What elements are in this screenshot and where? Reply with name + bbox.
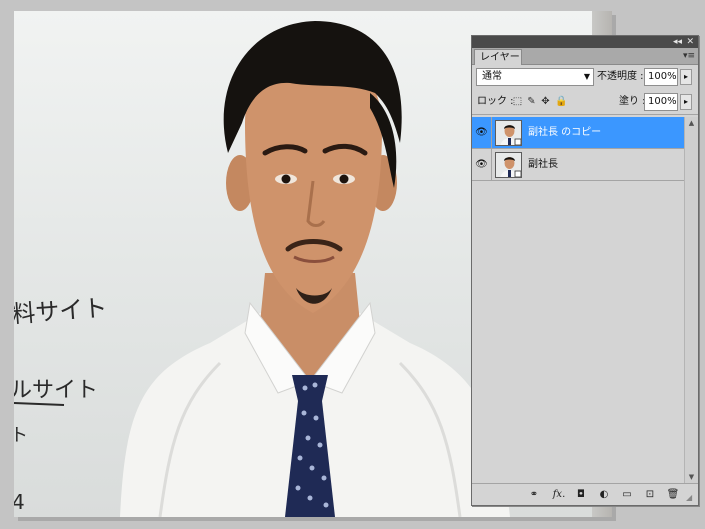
new-group-icon[interactable]: ▭ <box>620 488 634 501</box>
layers-panel: ◂◂ ✕ レイヤー ▾≡ 通常 ▼ 不透明度 : 100% ▸ ロック : ⬚ … <box>471 35 699 506</box>
board-text-1: 料サイト <box>14 294 104 329</box>
close-icon[interactable]: ✕ <box>686 36 694 48</box>
opacity-arrow-icon[interactable]: ▸ <box>680 69 692 85</box>
lock-move-icon[interactable]: ✥ <box>540 96 551 107</box>
lock-fill-row: ロック : ⬚ ✎ ✥ 🔒 塗り : 100% ▸ <box>472 89 698 115</box>
layers-bottom-toolbar: ⚭ fx. ◘ ◐ ▭ ⊡ 🗑 ◢ <box>472 483 698 505</box>
panel-titlebar[interactable]: ◂◂ ✕ <box>472 36 698 48</box>
layer-row-original[interactable]: 👁 副社長 <box>472 149 684 181</box>
visibility-eye-icon[interactable]: 👁 <box>472 149 492 180</box>
fill-input[interactable]: 100% <box>644 93 678 111</box>
blend-mode-value: 通常 <box>482 71 502 82</box>
layer-thumbnail <box>495 152 522 178</box>
collapse-icon[interactable]: ◂◂ <box>673 36 682 48</box>
link-layers-icon[interactable]: ⚭ <box>527 488 541 501</box>
add-mask-icon[interactable]: ◘ <box>574 488 588 501</box>
fill-arrow-icon[interactable]: ▸ <box>680 94 692 110</box>
board-text-3: ト <box>14 425 28 446</box>
layers-scrollbar[interactable]: ▲ ▼ <box>684 117 698 483</box>
layer-name[interactable]: 副社長 <box>528 149 558 180</box>
lock-brush-icon[interactable]: ✎ <box>526 96 537 107</box>
scroll-down-icon[interactable]: ▼ <box>685 471 698 483</box>
dropdown-caret-icon: ▼ <box>583 72 590 81</box>
blend-opacity-row: 通常 ▼ 不透明度 : 100% ▸ <box>472 65 698 89</box>
lock-transparent-icon[interactable]: ⬚ <box>512 96 523 107</box>
new-layer-icon[interactable]: ⊡ <box>643 488 657 501</box>
resize-grip-icon[interactable]: ◢ <box>686 493 696 503</box>
visibility-eye-icon[interactable]: 👁 <box>472 117 492 148</box>
opacity-input[interactable]: 100% <box>644 68 678 86</box>
blend-mode-select[interactable]: 通常 ▼ <box>476 68 594 86</box>
portrait-photo <box>120 21 510 517</box>
fill-label: 塗り : <box>619 96 646 107</box>
panel-menu-icon[interactable]: ▾≡ <box>683 50 695 62</box>
opacity-label: 不透明度 : <box>597 71 644 82</box>
panel-tab-row: レイヤー ▾≡ <box>472 48 698 65</box>
layer-row-copy[interactable]: 👁 副社長 のコピー <box>472 117 684 149</box>
board-text-2: ルサイト <box>14 378 98 403</box>
layer-style-fx-icon[interactable]: fx. <box>550 488 568 501</box>
lock-label: ロック : <box>477 96 514 107</box>
lock-all-icon[interactable]: 🔒 <box>555 96 567 107</box>
layer-name[interactable]: 副社長 のコピー <box>528 117 601 148</box>
layers-list: 👁 副社長 のコピー 👁 副社長 <box>472 117 684 483</box>
scroll-up-icon[interactable]: ▲ <box>685 117 698 129</box>
whiteboard-handwriting: 料サイト ルサイト ト 4 <box>14 294 104 514</box>
adjustment-layer-icon[interactable]: ◐ <box>597 488 611 501</box>
layer-thumbnail <box>495 120 522 146</box>
trash-icon[interactable]: 🗑 <box>666 488 680 501</box>
tab-layers[interactable]: レイヤー <box>474 49 522 65</box>
board-text-4: 4 <box>14 490 25 514</box>
